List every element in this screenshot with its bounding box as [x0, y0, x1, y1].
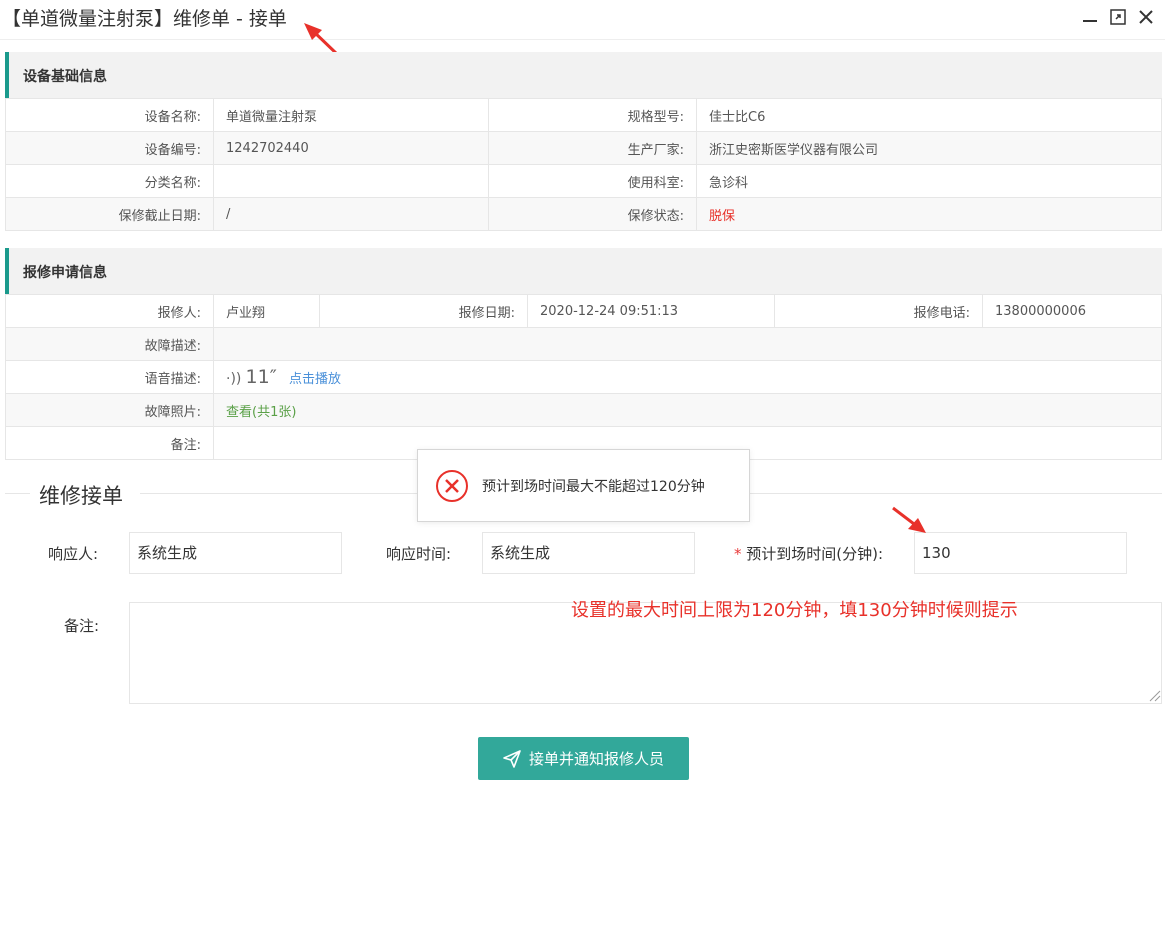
- table-row: 语音描述: ·)) 11″ 点击播放: [5, 360, 1162, 394]
- voice-icon: ·)): [226, 371, 242, 387]
- eta-label-text: 预计到场时间(分钟):: [746, 545, 884, 563]
- required-mark: *: [734, 545, 742, 563]
- table-row: 保修截止日期: / 保修状态: 脱保: [5, 197, 1162, 231]
- model-value: 佳士比C6: [696, 98, 1162, 132]
- table-row: 设备名称: 单道微量注射泵 规格型号: 佳士比C6: [5, 98, 1162, 132]
- report-phone-value: 13800000006: [982, 294, 1162, 328]
- close-icon[interactable]: [1137, 8, 1155, 26]
- report-date-label: 报修日期:: [319, 294, 528, 328]
- equipment-info-table: 设备名称: 单道微量注射泵 规格型号: 佳士比C6 设备编号: 12427024…: [5, 98, 1162, 231]
- request-section-heading: 报修申请信息: [5, 248, 1162, 294]
- fault-photo-label: 故障照片:: [5, 393, 214, 427]
- minimize-icon[interactable]: [1081, 8, 1099, 26]
- department-label: 使用科室:: [488, 164, 697, 198]
- warranty-end-label: 保修截止日期:: [5, 197, 214, 231]
- voice-duration: 11″: [245, 366, 277, 388]
- table-row: 故障描述:: [5, 327, 1162, 361]
- view-photos-link[interactable]: 查看(共1张): [226, 405, 296, 420]
- report-phone-label: 报修电话:: [774, 294, 983, 328]
- window-titlebar: 【单道微量注射泵】维修单 - 接单: [0, 0, 1165, 40]
- voice-description-label: 语音描述:: [5, 360, 214, 394]
- annotation-arrow-icon: [892, 506, 926, 533]
- eta-input[interactable]: 130: [914, 532, 1127, 574]
- eta-label: * 预计到场时间(分钟):: [734, 543, 883, 564]
- maximize-icon[interactable]: [1109, 8, 1127, 26]
- category-value: [213, 164, 489, 198]
- response-time-label: 响应时间:: [386, 545, 452, 563]
- equipment-section-heading: 设备基础信息: [5, 52, 1162, 98]
- annotation-text: 设置的最大时间上限为120分钟，填130分钟时候则提示: [571, 600, 1018, 621]
- window-controls: [1081, 8, 1155, 26]
- fault-description-value: [213, 327, 1162, 361]
- reporter-value: 卢业翔: [213, 294, 320, 328]
- accept-and-notify-button[interactable]: 接单并通知报修人员: [478, 737, 689, 780]
- device-number-label: 设备编号:: [5, 131, 214, 165]
- error-circle-icon: [436, 469, 468, 502]
- device-name-value: 单道微量注射泵: [213, 98, 489, 132]
- table-row: 设备编号: 1242702440 生产厂家: 浙江史密斯医学仪器有限公司: [5, 131, 1162, 165]
- send-icon: [503, 749, 521, 768]
- report-date-value: 2020-12-24 09:51:13: [527, 294, 775, 328]
- warranty-status-label: 保修状态:: [488, 197, 697, 231]
- response-time-field[interactable]: 系统生成: [482, 532, 695, 574]
- responder-label: 响应人:: [48, 545, 99, 563]
- responder-field[interactable]: 系统生成: [129, 532, 342, 574]
- play-voice-link[interactable]: 点击播放: [289, 372, 341, 387]
- error-toast: 预计到场时间最大不能超过120分钟: [417, 449, 750, 522]
- warranty-status-value: 脱保: [696, 197, 1162, 231]
- reporter-label: 报修人:: [5, 294, 214, 328]
- manufacturer-label: 生产厂家:: [488, 131, 697, 165]
- window-title: 【单道微量注射泵】维修单 - 接单: [2, 8, 287, 30]
- form-legend: 维修接单: [39, 484, 123, 508]
- model-label: 规格型号:: [488, 98, 697, 132]
- request-remark-label: 备注:: [5, 426, 214, 460]
- table-row: 报修人: 卢业翔 报修日期: 2020-12-24 09:51:13 报修电话:…: [5, 294, 1162, 328]
- department-value: 急诊科: [696, 164, 1162, 198]
- request-info-table: 报修人: 卢业翔 报修日期: 2020-12-24 09:51:13 报修电话:…: [5, 294, 1162, 460]
- device-number-value: 1242702440: [213, 131, 489, 165]
- toast-message: 预计到场时间最大不能超过120分钟: [482, 478, 705, 495]
- fault-description-label: 故障描述:: [5, 327, 214, 361]
- resize-handle-icon[interactable]: [1149, 690, 1161, 702]
- warranty-end-value: /: [213, 197, 489, 231]
- submit-label: 接单并通知报修人员: [528, 750, 664, 768]
- voice-description-cell: ·)) 11″ 点击播放: [213, 360, 1162, 394]
- category-label: 分类名称:: [5, 164, 214, 198]
- remark-label: 备注:: [64, 617, 100, 635]
- fieldset-line: [5, 493, 30, 494]
- table-row: 故障照片: 查看(共1张): [5, 393, 1162, 427]
- device-name-label: 设备名称:: [5, 98, 214, 132]
- manufacturer-value: 浙江史密斯医学仪器有限公司: [696, 131, 1162, 165]
- table-row: 分类名称: 使用科室: 急诊科: [5, 164, 1162, 198]
